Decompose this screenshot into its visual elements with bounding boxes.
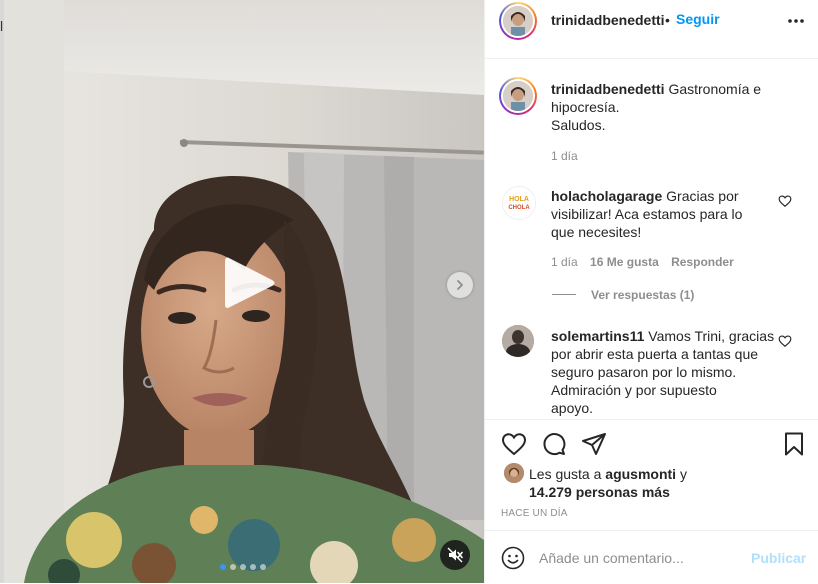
carousel-next-button[interactable] bbox=[447, 272, 473, 298]
emoji-icon[interactable] bbox=[501, 546, 525, 570]
liker-avatar[interactable] bbox=[504, 463, 524, 483]
caption-line: Saludos. bbox=[551, 117, 606, 133]
holachola-logo: HOLA CHOLA bbox=[503, 187, 535, 219]
play-icon[interactable] bbox=[215, 250, 281, 316]
comment-bubble-icon[interactable] bbox=[541, 431, 567, 457]
svg-text:HOLA: HOLA bbox=[509, 196, 529, 203]
chevron-right-icon bbox=[457, 280, 463, 290]
caption-line: hipocresía. bbox=[551, 99, 620, 115]
caption-text: trinidadbenedetti Gastronomía e hipocres… bbox=[551, 80, 761, 134]
caption-avatar[interactable] bbox=[499, 77, 537, 115]
carousel-dot bbox=[240, 564, 246, 570]
share-paper-plane-icon[interactable] bbox=[581, 431, 607, 457]
comment-like-heart-icon[interactable] bbox=[778, 194, 792, 208]
reply-button[interactable]: Responder bbox=[671, 255, 734, 269]
carousel-dot bbox=[220, 564, 226, 570]
carousel-dot bbox=[260, 564, 266, 570]
post-side-panel: trinidadbenedetti • Seguir trinidadbened… bbox=[484, 0, 818, 583]
post-video[interactable] bbox=[4, 0, 484, 583]
more-horizontal-icon[interactable] bbox=[786, 12, 806, 30]
like-heart-icon[interactable] bbox=[501, 431, 527, 457]
comment-line: seguro pasaron por lo mismo. bbox=[551, 364, 737, 380]
comment-avatar[interactable]: HOLA CHOLA bbox=[502, 186, 536, 220]
likes-summary: Les gusta a agusmonti y 14.279 personas … bbox=[529, 465, 687, 501]
comment-like-heart-icon[interactable] bbox=[778, 334, 792, 348]
mute-button[interactable] bbox=[440, 540, 470, 570]
save-bookmark-icon[interactable] bbox=[781, 431, 807, 457]
comment-input[interactable] bbox=[539, 544, 739, 572]
svg-text:CHOLA: CHOLA bbox=[508, 205, 530, 211]
follow-button[interactable]: Seguir bbox=[676, 11, 720, 27]
comment-meta: 1 día 16 Me gusta Responder bbox=[551, 255, 734, 269]
avatar-photo bbox=[503, 81, 533, 111]
comment-line: Vamos Trini, gracias bbox=[648, 328, 775, 344]
publish-button[interactable]: Publicar bbox=[751, 550, 806, 566]
likes-conj: y bbox=[679, 466, 687, 482]
comment-text: holacholagarage Gracias por visibilizar!… bbox=[551, 187, 742, 241]
post-date[interactable]: HACE UN DÍA bbox=[501, 508, 568, 519]
comment-line: Admiración y por supuesto bbox=[551, 382, 717, 398]
carousel-dot bbox=[230, 564, 236, 570]
carousel-dot bbox=[250, 564, 256, 570]
comment-line: por abrir esta puerta a tantas que bbox=[551, 346, 759, 362]
comment-line: visibilizar! Aca estamos para lo bbox=[551, 206, 743, 222]
post-actions: Les gusta a agusmonti y 14.279 personas … bbox=[485, 419, 818, 530]
avatar-photo bbox=[502, 325, 534, 357]
caption-line: Gastronomía e bbox=[668, 81, 762, 97]
comment-likes[interactable]: 16 Me gusta bbox=[590, 255, 659, 269]
replies-line bbox=[552, 294, 576, 295]
post-header: trinidadbenedetti • Seguir bbox=[485, 0, 818, 59]
add-comment-bar: Publicar bbox=[485, 530, 818, 584]
comment-line: que necesites! bbox=[551, 224, 642, 240]
comment-username[interactable]: solemartins11 bbox=[551, 328, 644, 344]
muted-speaker-icon bbox=[447, 547, 463, 563]
caption-username[interactable]: trinidadbenedetti bbox=[551, 81, 665, 97]
comment-text: solemartins11 Vamos Trini, gracias por a… bbox=[551, 327, 774, 417]
avatar-photo bbox=[503, 6, 533, 36]
comment-line: Gracias por bbox=[666, 188, 739, 204]
comment-avatar[interactable] bbox=[502, 325, 534, 357]
comment-line: apoyo. bbox=[551, 400, 594, 416]
carousel-indicator bbox=[220, 564, 266, 570]
likes-others[interactable]: 14.279 personas más bbox=[529, 484, 670, 500]
comment-username[interactable]: holacholagarage bbox=[551, 188, 662, 204]
comment-time[interactable]: 1 día bbox=[551, 255, 578, 269]
author-username[interactable]: trinidadbenedetti bbox=[551, 12, 665, 28]
author-avatar[interactable] bbox=[499, 2, 537, 40]
separator-dot: • bbox=[665, 12, 670, 28]
caption-time[interactable]: 1 día bbox=[551, 149, 578, 163]
liker-username[interactable]: agusmonti bbox=[605, 466, 676, 482]
comments-list[interactable]: trinidadbenedetti Gastronomía e hipocres… bbox=[485, 59, 818, 419]
avatar-photo bbox=[504, 463, 524, 483]
view-replies-button[interactable]: Ver respuestas (1) bbox=[591, 288, 694, 302]
likes-prefix: Les gusta a bbox=[529, 466, 602, 482]
